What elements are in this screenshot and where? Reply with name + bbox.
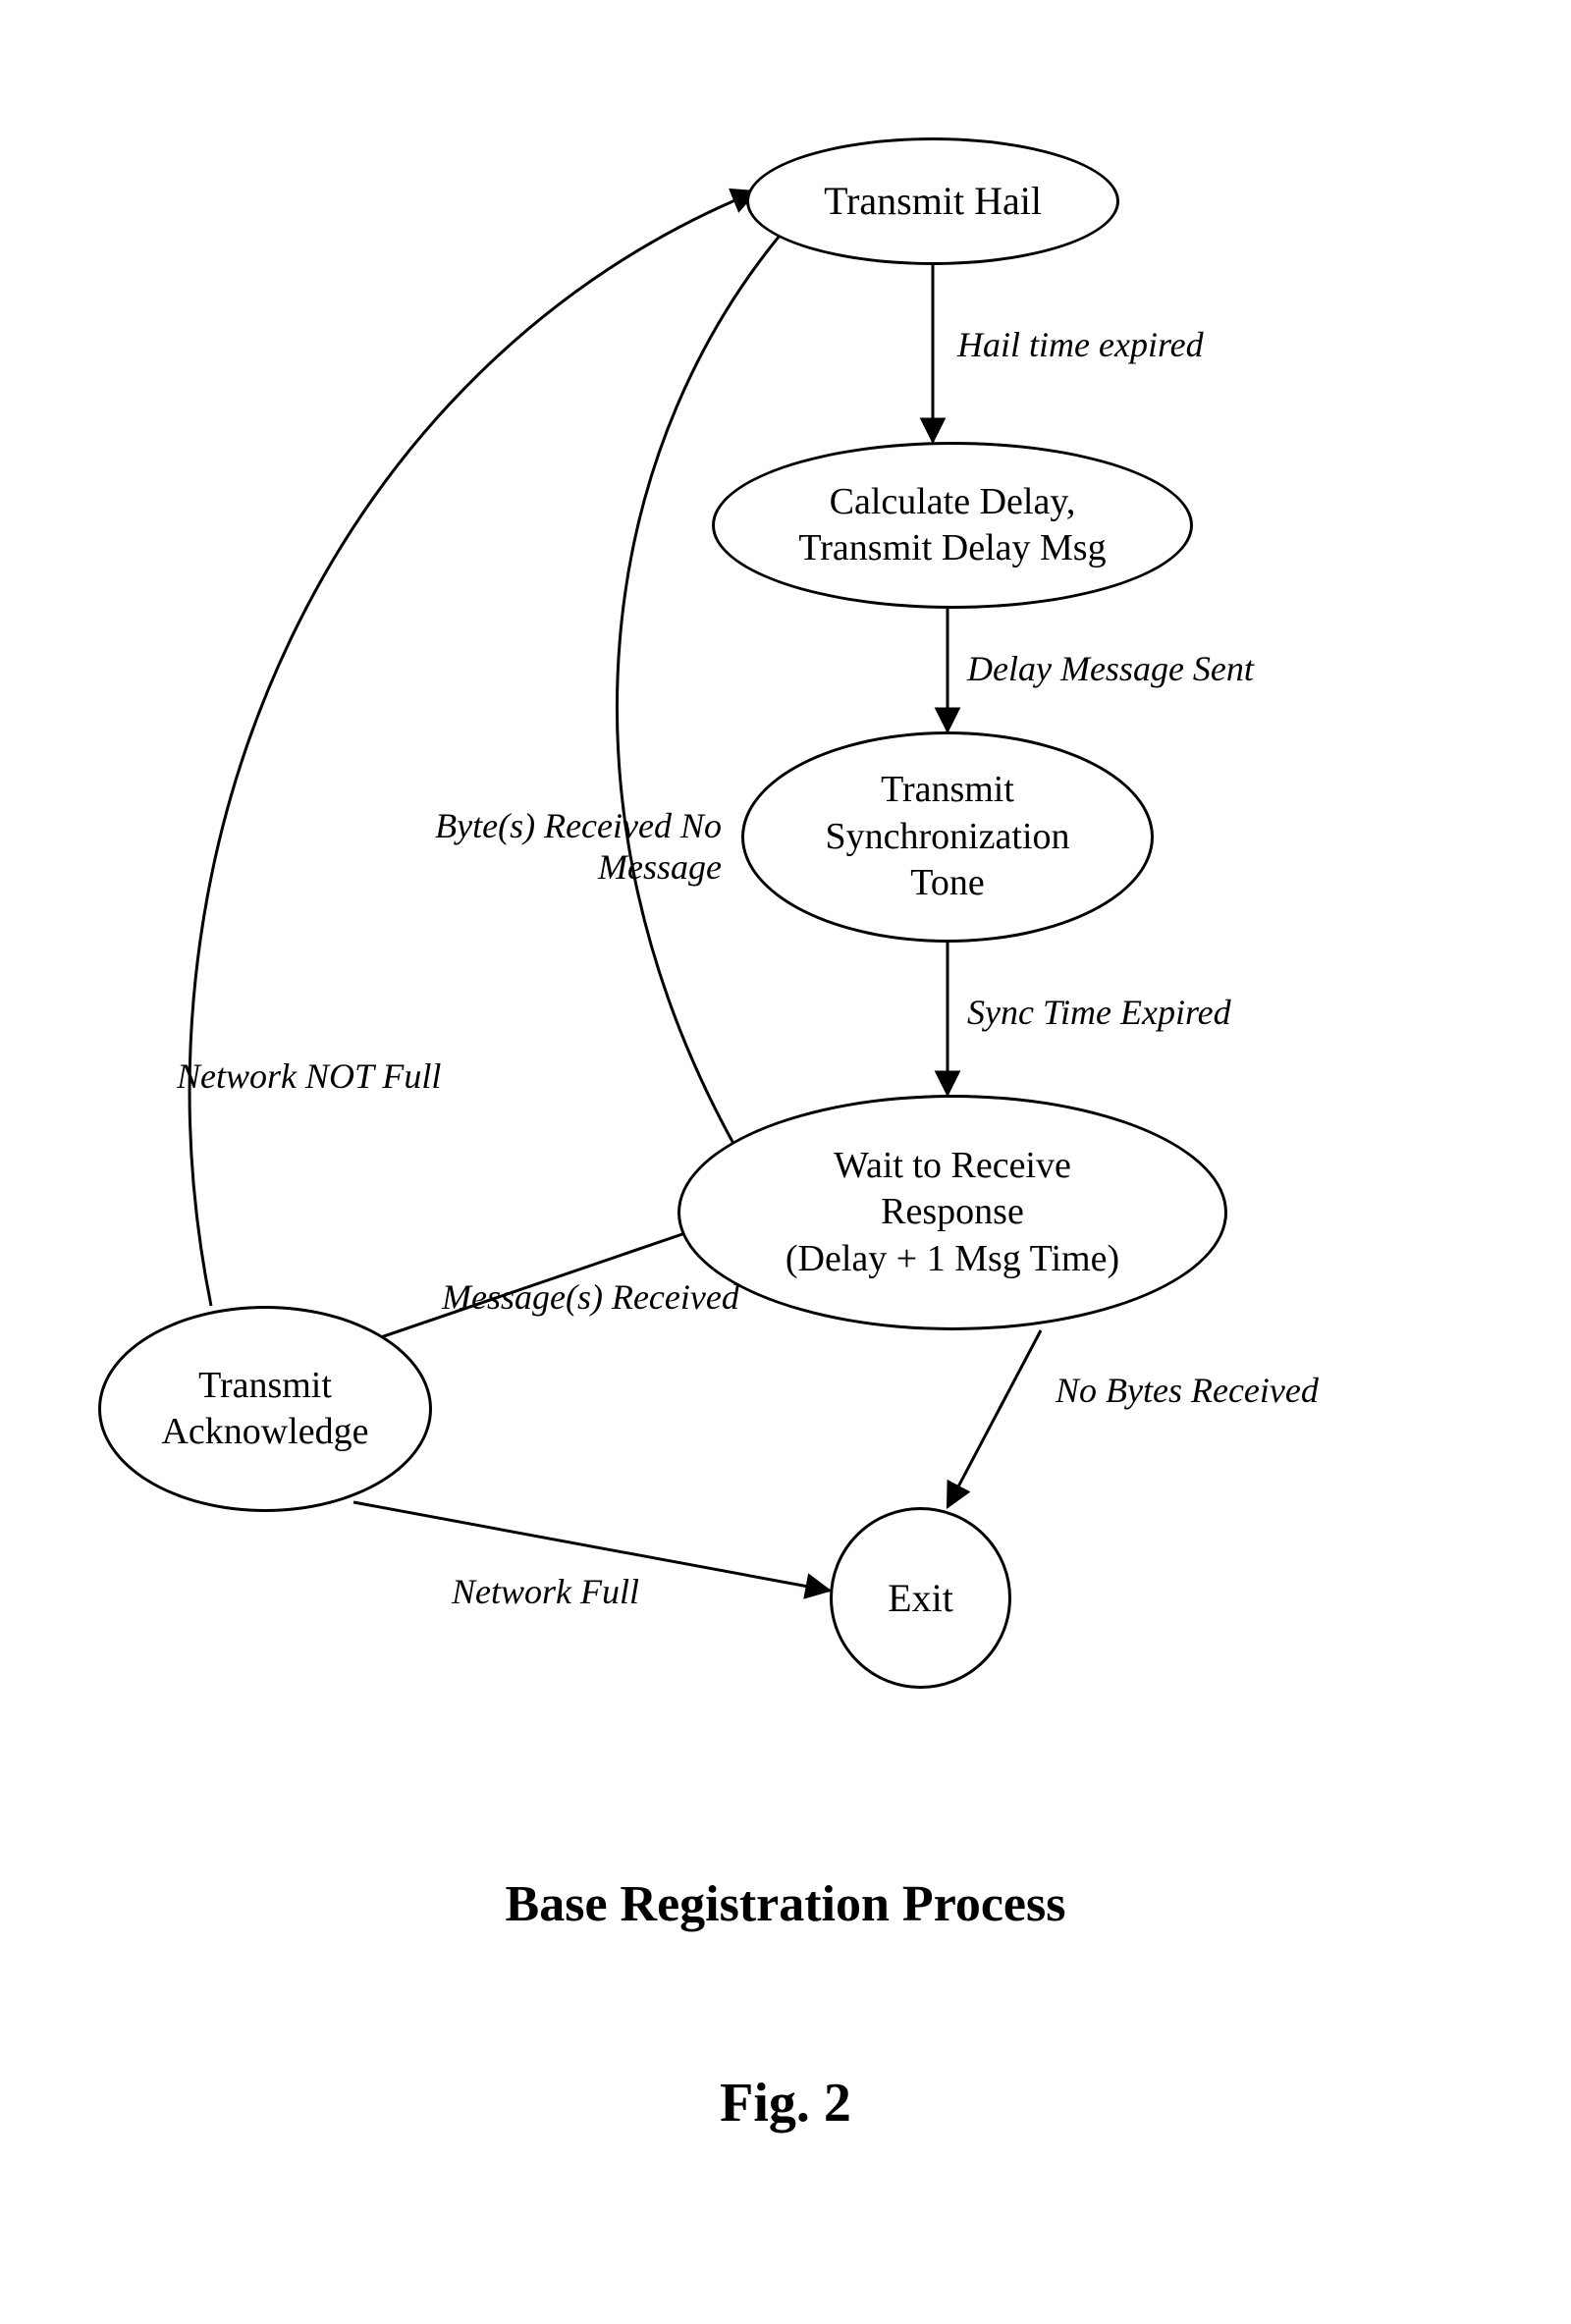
title-text: Base Registration Process [506, 1876, 1066, 1932]
node-transmit-sync-tone: Transmit Synchronization Tone [741, 731, 1154, 943]
node-label: Synchronization [825, 814, 1069, 861]
edge-label-wait-hail: Byte(s) Received No Message [388, 805, 722, 888]
edge-label-wait-ack: Message(s) Received [442, 1276, 739, 1318]
edge-label-ack-exit: Network Full [452, 1571, 639, 1612]
edge-label-text: Message(s) [442, 1277, 603, 1317]
node-label: Response [786, 1189, 1119, 1236]
node-label: Transmit [161, 1363, 368, 1410]
node-transmit-hail: Transmit Hail [746, 137, 1119, 265]
edge-wait-hail [617, 206, 805, 1149]
edge-label-text: Hail time expired [957, 325, 1204, 364]
edge-label-hail-delay: Hail time expired [957, 324, 1204, 365]
node-transmit-acknowledge: Transmit Acknowledge [98, 1306, 432, 1512]
node-label: Transmit [825, 767, 1069, 814]
edge-label-text: Byte(s) Received [435, 806, 672, 845]
node-exit: Exit [830, 1507, 1011, 1689]
edge-label-ack-hail: Network NOT Full [177, 1055, 441, 1097]
node-calculate-delay: Calculate Delay, Transmit Delay Msg [712, 442, 1193, 609]
edge-label-text: Network Full [452, 1572, 639, 1611]
diagram-canvas: Transmit Hail Calculate Delay, Transmit … [0, 0, 1571, 2324]
node-label: Transmit Hail [824, 177, 1042, 226]
node-label: Exit [888, 1574, 953, 1623]
edge-label-sync-wait: Sync Time Expired [967, 992, 1231, 1033]
edge-label-text: Sync Time Expired [967, 993, 1231, 1032]
edge-label-wait-exit: No Bytes Received [1056, 1370, 1319, 1411]
node-label: Acknowledge [161, 1409, 368, 1456]
node-label: Calculate Delay, [798, 479, 1106, 526]
edge-ack-hail [190, 191, 756, 1306]
edge-label-text: Network NOT Full [177, 1056, 441, 1096]
edge-label-delay-sync: Delay Message Sent [967, 648, 1254, 689]
node-label: (Delay + 1 Msg Time) [786, 1236, 1119, 1283]
node-label: Wait to Receive [786, 1143, 1119, 1190]
node-wait-response: Wait to Receive Response (Delay + 1 Msg … [677, 1095, 1227, 1330]
diagram-title: Base Registration Process [0, 1875, 1571, 1933]
edge-wait-exit [948, 1330, 1041, 1507]
edge-label-text: Delay Message Sent [967, 649, 1254, 688]
figure-label: Fig. 2 [0, 2072, 1571, 2135]
figure-label-text: Fig. 2 [720, 2073, 851, 2134]
node-label: Transmit Delay Msg [798, 525, 1106, 572]
node-label: Tone [825, 860, 1069, 907]
edge-label-text: No Bytes Received [1056, 1371, 1319, 1410]
edge-label-text: Received [612, 1277, 739, 1317]
